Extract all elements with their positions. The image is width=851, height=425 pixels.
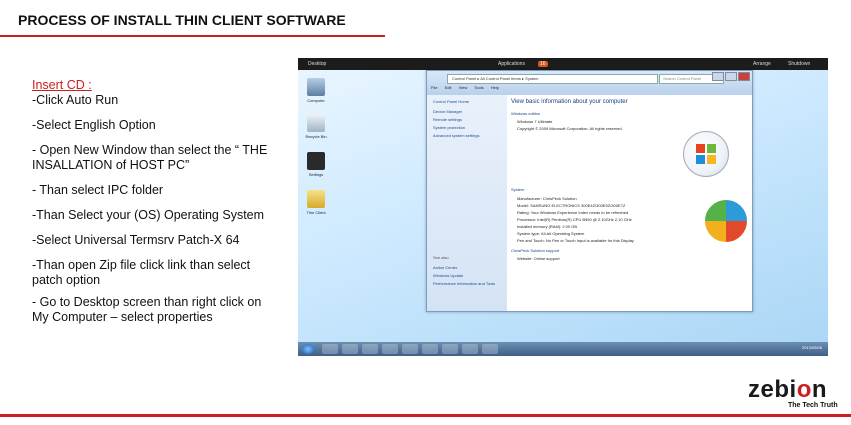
sidebar-see-also: See also [433, 255, 449, 260]
toolbar-label: Applications [498, 61, 525, 67]
menu-bar: File Edit View Tools Help [431, 85, 505, 90]
taskbar-app-media[interactable] [362, 344, 378, 354]
sidebar-item-advanced[interactable]: Advanced system settings [433, 133, 479, 138]
window-controls [711, 72, 750, 83]
taskbar-app-folder[interactable] [342, 344, 358, 354]
sidebar-item-device-manager[interactable]: Device Manager [433, 109, 462, 114]
content-heading: View basic information about your comput… [511, 99, 628, 105]
title-underline [0, 35, 385, 37]
desktop-icon-recycle: Recycle Bin [304, 114, 328, 139]
toolbar-badge: 16 [538, 61, 548, 67]
gear-icon [307, 152, 325, 170]
step-patch: -Select Universal Termsrv Patch-X 64 [32, 233, 240, 247]
folder-icon [307, 190, 325, 208]
taskbar-app-browser[interactable] [382, 344, 398, 354]
step-desktop-2: My Computer – select properties [32, 310, 213, 324]
step-zip-2: patch option [32, 273, 101, 287]
sidebar-item-performance[interactable]: Performance Information and Tools [433, 281, 503, 286]
taskbar-app-archive[interactable] [442, 344, 458, 354]
step-new-window-2: INSALLATION of HOST PC” [32, 158, 190, 172]
desktop-label: Desktop [308, 61, 327, 67]
menu-help[interactable]: Help [491, 85, 499, 90]
system-row: Installed memory (RAM): 2.00 GB [517, 224, 578, 229]
window-sidebar: Control Panel Home Device Manager Remote… [427, 95, 507, 311]
system-label: System [511, 187, 525, 192]
recycle-bin-icon [307, 114, 325, 132]
taskbar-app-system[interactable] [462, 344, 478, 354]
chrome-style-logo-icon [703, 198, 749, 244]
system-window: Control Panel ▸ All Control Panel Items … [426, 70, 753, 312]
start-button[interactable] [302, 344, 314, 354]
step-auto-run: -Click Auto Run [32, 93, 119, 107]
desktop-screenshot: Desktop Applications 16 Arrange Shutdown… [298, 58, 828, 356]
sidebar-item-protection[interactable]: System protection [433, 125, 465, 130]
system-row: Rating: Your Windows Experience Index ne… [517, 210, 629, 215]
computer-icon [307, 78, 325, 96]
instruction-list: Insert CD : -Click Auto Run -Select Engl… [32, 78, 294, 325]
sidebar-item-remote[interactable]: Remote settings [433, 117, 462, 122]
step-zip-1: -Than open Zip file click link than sele… [32, 258, 251, 272]
close-button[interactable] [738, 72, 750, 81]
system-rows: Manufacturer: ChrisPeck Solution Model: … [511, 195, 634, 244]
footer-rule [0, 414, 851, 417]
brand-tagline: The Tech Truth [788, 402, 838, 409]
desktop-icon-settings: Settings [304, 152, 328, 177]
sidebar-item-action-center[interactable]: Action Center [433, 265, 457, 270]
desktop-topbar: Desktop Applications 16 Arrange Shutdown [298, 58, 828, 70]
shutdown-label: Shutdown [788, 61, 811, 67]
website-row[interactable]: Website: Online support [511, 256, 634, 261]
sidebar-item-home[interactable]: Control Panel Home [433, 99, 469, 104]
menu-edit[interactable]: Edit [445, 85, 452, 90]
system-row: Pen and Touch: No Pen or Touch Input is … [517, 238, 634, 243]
maximize-button[interactable] [725, 72, 737, 81]
edition-label: Windows edition [511, 111, 541, 116]
sidebar-item-windows-update[interactable]: Windows Update [433, 273, 463, 278]
support-label: ChrisPeck Solution support [511, 248, 560, 253]
edition-value: Windows 7 Ultimate [517, 119, 553, 124]
desktop-icon-computer: Computer [304, 78, 328, 103]
system-row: System type: 64-bit Operating System [517, 231, 585, 236]
taskbar: 2013/05/06 [298, 342, 828, 356]
step-desktop-1: - Go to Desktop screen than right click … [32, 295, 262, 309]
copyright-text: Copyright © 2009 Microsoft Corporation. … [517, 126, 623, 131]
taskbar-clock: 2013/05/06 [801, 345, 822, 350]
taskbar-app-firefox[interactable] [402, 344, 418, 354]
window-content: View basic information about your comput… [511, 99, 634, 261]
insert-cd-heading: Insert CD : [32, 78, 92, 92]
step-os: -Than Select your (OS) Operating System [32, 208, 265, 222]
menu-tools[interactable]: Tools [474, 85, 483, 90]
step-english: -Select English Option [32, 118, 156, 132]
system-row: Processor: Intel(R) Pentium(R) CPU B950 … [517, 217, 632, 222]
system-row: Manufacturer: ChrisPeck Solution [517, 196, 577, 201]
taskbar-app-files[interactable] [422, 344, 438, 354]
zebion-logo: zebion [748, 376, 828, 403]
arrange-label: Arrange [753, 61, 771, 67]
step-ipc: - Than select IPC folder [32, 183, 164, 197]
menu-file[interactable]: File [431, 85, 437, 90]
desktop-icon-thin-client: Thin Client [304, 190, 328, 215]
step-new-window-1: - Open New Window than select the “ THE [32, 143, 268, 157]
system-row: Model: SAMSUNG ELECTRONICS 300E4Z/300E5Z… [517, 203, 626, 208]
taskbar-app-paint[interactable] [482, 344, 498, 354]
minimize-button[interactable] [712, 72, 724, 81]
address-bar[interactable]: Control Panel ▸ All Control Panel Items … [447, 74, 658, 84]
page-title: PROCESS OF INSTALL THIN CLIENT SOFTWARE [18, 12, 346, 28]
windows-logo-icon [683, 131, 729, 177]
window-chrome: Control Panel ▸ All Control Panel Items … [427, 71, 752, 95]
taskbar-app-explorer[interactable] [322, 344, 338, 354]
menu-view[interactable]: View [459, 85, 468, 90]
